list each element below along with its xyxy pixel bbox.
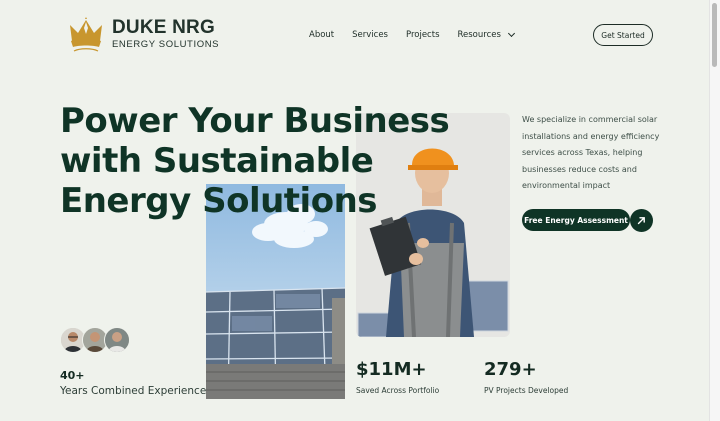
stat-label-projects: PV Projects Developed [484,386,569,395]
nav-item-about[interactable]: About [309,30,334,40]
arrow-up-right-button[interactable] [630,209,653,232]
scrollbar-thumb[interactable] [712,3,717,67]
stat-value-savings: $11M+ [356,359,427,380]
team-avatars [60,327,130,353]
nav-item-services[interactable]: Services [352,30,388,40]
page-scrollbar[interactable] [709,0,720,421]
avatar [104,327,130,353]
stat-value-projects: 279+ [484,359,537,380]
chevron-down-icon [507,29,515,38]
stat-label-experience: Years Combined Experience [60,385,207,397]
brand-logo[interactable]: DUKE NRG ENERGY SOLUTIONS [66,14,219,54]
stat-label-savings: Saved Across Portfolio [356,386,440,395]
hero-description: We specialize in commercial solar instal… [522,115,660,190]
brand-tagline: ENERGY SOLUTIONS [112,39,220,51]
free-energy-assessment-button[interactable]: Free Energy Assessment [522,209,630,231]
crown-icon [70,17,102,52]
get-started-button[interactable]: Get Started [593,24,653,46]
main-nav: About Services Projects Resources [309,29,515,40]
hero-headline: Power Your Business with Sustainable Ene… [60,101,450,221]
arrow-up-right-icon [637,217,645,225]
nav-item-resources[interactable]: Resources [458,29,515,40]
stat-value-experience: 40+ [60,369,85,382]
nav-item-projects[interactable]: Projects [406,30,440,40]
brand-name: DUKE NRG [112,17,215,39]
